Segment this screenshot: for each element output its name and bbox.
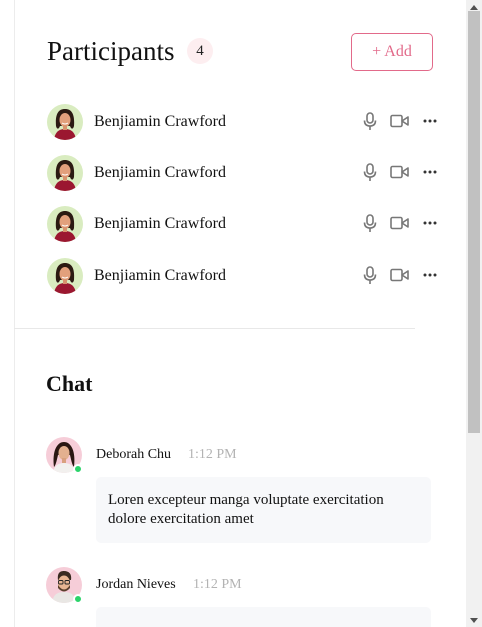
participant-actions xyxy=(355,111,437,131)
participant-avatar xyxy=(47,206,83,242)
participant-row: Benjiamin Crawford xyxy=(47,154,437,192)
participants-header: Participants 4 + Add xyxy=(47,33,433,73)
participant-name: Benjiamin Crawford xyxy=(94,215,226,232)
participants-title: Participants xyxy=(47,36,175,66)
message-avatar xyxy=(46,437,83,474)
participant-row: Benjiamin Crawford xyxy=(47,257,437,295)
microphone-icon[interactable] xyxy=(359,111,381,131)
vertical-scrollbar[interactable] xyxy=(466,0,482,627)
more-horizontal-icon[interactable] xyxy=(419,265,441,285)
participant-actions xyxy=(355,213,437,233)
more-horizontal-icon[interactable] xyxy=(419,213,441,233)
add-participant-button[interactable]: + Add xyxy=(351,33,433,71)
participant-avatar xyxy=(47,258,83,294)
participant-row: Benjiamin Crawford xyxy=(47,103,437,141)
video-camera-icon[interactable] xyxy=(388,111,410,131)
online-status-dot xyxy=(73,594,83,604)
video-camera-icon[interactable] xyxy=(388,213,410,233)
microphone-icon[interactable] xyxy=(359,162,381,182)
participant-actions xyxy=(355,162,437,182)
participant-name: Benjiamin Crawford xyxy=(94,164,226,181)
message-author: Jordan Nieves xyxy=(96,577,176,592)
message-author: Deborah Chu xyxy=(96,447,172,462)
message-time: 1:12 PM xyxy=(193,577,242,592)
microphone-icon[interactable] xyxy=(359,213,381,233)
online-status-dot xyxy=(73,464,83,474)
more-horizontal-icon[interactable] xyxy=(419,162,441,182)
section-divider xyxy=(14,328,415,329)
participants-count-badge: 4 xyxy=(187,38,213,64)
chat-title: Chat xyxy=(46,371,93,396)
scroll-down-arrow-icon[interactable] xyxy=(466,613,482,627)
chat-panel: Participants 4 + Add Benjiamin Crawford xyxy=(0,0,466,627)
video-camera-icon[interactable] xyxy=(388,265,410,285)
scrollbar-thumb[interactable] xyxy=(468,11,480,433)
message-time: 1:12 PM xyxy=(188,447,237,462)
message-avatar xyxy=(46,567,83,604)
panel-left-border xyxy=(14,0,15,627)
participant-avatar xyxy=(47,155,83,191)
participant-avatar xyxy=(47,104,83,140)
more-horizontal-icon[interactable] xyxy=(419,111,441,131)
message-bubble xyxy=(96,607,431,627)
participant-actions xyxy=(355,265,437,285)
participant-name: Benjiamin Crawford xyxy=(94,267,226,284)
message-bubble: Loren excepteur manga voluptate exercita… xyxy=(96,477,431,543)
participant-name: Benjiamin Crawford xyxy=(94,113,226,130)
participant-row: Benjiamin Crawford xyxy=(47,205,437,243)
video-camera-icon[interactable] xyxy=(388,162,410,182)
microphone-icon[interactable] xyxy=(359,265,381,285)
